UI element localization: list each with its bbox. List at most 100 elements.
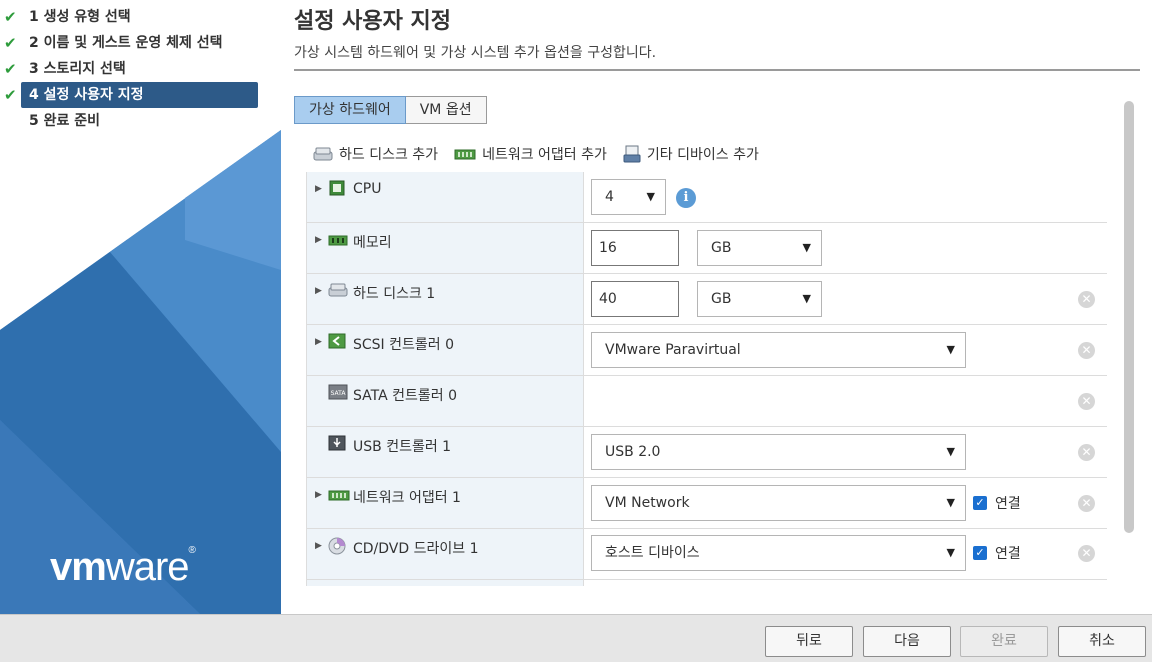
row-value-cell: 40 GB ▼ ✕ xyxy=(584,274,1107,324)
row-label: CPU xyxy=(353,181,382,197)
caret-down-icon: ▼ xyxy=(946,343,955,356)
cdrom-connect-checkbox[interactable]: ✓ 연결 xyxy=(973,543,1021,563)
step-label: 생성 유형 선택 xyxy=(43,9,131,25)
expand-arrow-icon[interactable]: ▶ xyxy=(315,184,322,194)
row-label: SCSI 컨트롤러 0 xyxy=(353,337,455,353)
hard-disk-icon xyxy=(313,147,333,161)
wizard-step-4[interactable]: ✔ 4 설정 사용자 지정 xyxy=(4,82,258,108)
hardware-row-usb: USB 컨트롤러 1 USB 2.0 ▼ ✕ xyxy=(307,427,1107,478)
remove-device-icon[interactable]: ✕ xyxy=(1078,444,1095,461)
add-network-adapter-label: 네트워크 어댑터 추가 xyxy=(482,147,607,163)
checkbox-checked-icon: ✓ xyxy=(973,546,987,560)
hardware-row-sata: SATA SATA 컨트롤러 0 ✕ xyxy=(307,376,1107,427)
hardware-row-cdrom: ▶ CD/DVD 드라이브 1 호스트 디바이스 ▼ ✓ 연결 ✕ xyxy=(307,529,1107,580)
scsi-type-select[interactable]: VMware Paravirtual ▼ xyxy=(591,332,966,368)
wizard-step-1[interactable]: ✔ 1 생성 유형 선택 xyxy=(0,4,281,30)
remove-device-icon[interactable]: ✕ xyxy=(1078,545,1095,562)
remove-device-icon[interactable]: ✕ xyxy=(1078,495,1095,512)
expand-arrow-icon[interactable]: ▶ xyxy=(315,286,322,296)
finish-button[interactable]: 완료 xyxy=(960,626,1048,657)
checkmark-icon: ✔ xyxy=(4,86,17,104)
hardware-row-scsi: ▶ SCSI 컨트롤러 0 VMware Paravirtual ▼ ✕ xyxy=(307,325,1107,376)
disk-unit-select[interactable]: GB ▼ xyxy=(697,281,822,317)
tab-vm-options[interactable]: VM 옵션 xyxy=(405,96,487,124)
row-label: USB 컨트롤러 1 xyxy=(353,439,452,455)
cpu-icon xyxy=(329,180,345,196)
logo-ware: ware xyxy=(105,545,190,589)
step-label: 이름 및 게스트 운영 체제 선택 xyxy=(43,35,223,51)
title-divider xyxy=(294,69,1140,71)
next-button[interactable]: 다음 xyxy=(863,626,951,657)
row-label-cell: USB 컨트롤러 1 xyxy=(307,427,584,477)
row-value-cell: 16 GB ▼ xyxy=(584,223,1107,273)
hardware-row-cpu: ▶ CPU 4 ▼ i xyxy=(307,172,1107,223)
memory-icon xyxy=(328,235,348,246)
row-label: 하드 디스크 1 xyxy=(353,286,436,302)
cdrom-select[interactable]: 호스트 디바이스 ▼ xyxy=(591,535,966,571)
expand-arrow-icon[interactable]: ▶ xyxy=(315,337,322,347)
wizard-step-3[interactable]: ✔ 3 스토리지 선택 xyxy=(0,56,281,82)
hardware-toolbar: 하드 디스크 추가 네트워크 어댑터 추가 기타 디바이스 추가 xyxy=(313,144,775,164)
back-button[interactable]: 뒤로 xyxy=(765,626,853,657)
hard-disk-icon xyxy=(328,283,348,297)
vmware-logo: vmware® xyxy=(50,545,196,590)
row-label: SATA 컨트롤러 0 xyxy=(353,388,458,404)
wizard-step-2[interactable]: ✔ 2 이름 및 게스트 운영 체제 선택 xyxy=(0,30,281,56)
checkmark-icon: ✔ xyxy=(4,8,17,26)
memory-unit-select[interactable]: GB ▼ xyxy=(697,230,822,266)
expand-arrow-icon[interactable]: ▶ xyxy=(315,235,322,245)
select-value: 4 xyxy=(605,189,614,205)
network-connect-checkbox[interactable]: ✓ 연결 xyxy=(973,493,1021,513)
remove-device-icon[interactable]: ✕ xyxy=(1078,342,1095,359)
row-value-cell xyxy=(584,580,1107,586)
step-number: 2 xyxy=(29,35,39,51)
tab-virtual-hardware[interactable]: 가상 하드웨어 xyxy=(294,96,406,124)
disk-size-input[interactable]: 40 xyxy=(591,281,679,317)
step-number: 4 xyxy=(29,87,39,103)
add-hard-disk-button[interactable]: 하드 디스크 추가 xyxy=(313,144,438,164)
checkbox-label: 연결 xyxy=(995,496,1021,512)
cancel-button[interactable]: 취소 xyxy=(1058,626,1146,657)
row-label-cell: ▶ 하드 디스크 1 xyxy=(307,274,584,324)
hardware-row-memory: ▶ 메모리 16 GB ▼ xyxy=(307,223,1107,274)
add-network-adapter-button[interactable]: 네트워크 어댑터 추가 xyxy=(454,144,607,164)
cd-dvd-icon xyxy=(328,537,346,555)
expand-arrow-icon[interactable]: ▶ xyxy=(315,490,322,500)
remove-device-icon[interactable]: ✕ xyxy=(1078,291,1095,308)
hardware-row-hard-disk: ▶ 하드 디스크 1 40 GB ▼ ✕ xyxy=(307,274,1107,325)
caret-down-icon: ▼ xyxy=(802,241,811,254)
checkmark-icon: ✔ xyxy=(4,60,17,78)
usb-version-select[interactable]: USB 2.0 ▼ xyxy=(591,434,966,470)
add-hard-disk-label: 하드 디스크 추가 xyxy=(339,147,439,163)
remove-device-icon[interactable]: ✕ xyxy=(1078,393,1095,410)
checkmark-icon: ✔ xyxy=(4,34,17,52)
info-icon[interactable]: i xyxy=(676,188,696,208)
checkbox-checked-icon: ✓ xyxy=(973,496,987,510)
select-value: 호스트 디바이스 xyxy=(605,545,700,561)
row-label-cell xyxy=(307,580,584,586)
caret-down-icon: ▼ xyxy=(946,445,955,458)
row-label-cell: ▶ CPU xyxy=(307,172,584,222)
tab-bar: 가상 하드웨어 VM 옵션 xyxy=(294,96,487,124)
row-value-cell: VM Network ▼ ✓ 연결 ✕ xyxy=(584,478,1107,528)
network-select[interactable]: VM Network ▼ xyxy=(591,485,966,521)
expand-arrow-icon[interactable]: ▶ xyxy=(315,541,322,551)
row-label-cell: ▶ SCSI 컨트롤러 0 xyxy=(307,325,584,375)
hardware-row-network: ▶ 네트워크 어댑터 1 VM Network ▼ ✓ 연결 ✕ xyxy=(307,478,1107,529)
add-other-device-button[interactable]: 기타 디바이스 추가 xyxy=(623,144,759,164)
caret-down-icon: ▼ xyxy=(802,292,811,305)
wizard-step-5[interactable]: 5 완료 준비 xyxy=(0,108,281,134)
row-label: 메모리 xyxy=(353,235,392,251)
cpu-count-select[interactable]: 4 ▼ xyxy=(591,179,666,215)
caret-down-icon: ▼ xyxy=(646,190,655,203)
row-value-cell: 4 ▼ i xyxy=(584,172,1107,222)
select-value: VM Network xyxy=(605,495,690,511)
memory-size-input[interactable]: 16 xyxy=(591,230,679,266)
scrollbar[interactable] xyxy=(1124,101,1134,533)
row-value-cell: ✕ xyxy=(584,376,1107,426)
caret-down-icon: ▼ xyxy=(946,546,955,559)
wizard-sidebar: ✔ 1 생성 유형 선택 ✔ 2 이름 및 게스트 운영 체제 선택 ✔ 3 스… xyxy=(0,0,281,614)
logo-registered: ® xyxy=(188,545,196,556)
wizard-main: 설정 사용자 지정 가상 시스템 하드웨어 및 가상 시스템 추가 옵션을 구성… xyxy=(281,0,1152,614)
select-value: GB xyxy=(711,240,732,256)
